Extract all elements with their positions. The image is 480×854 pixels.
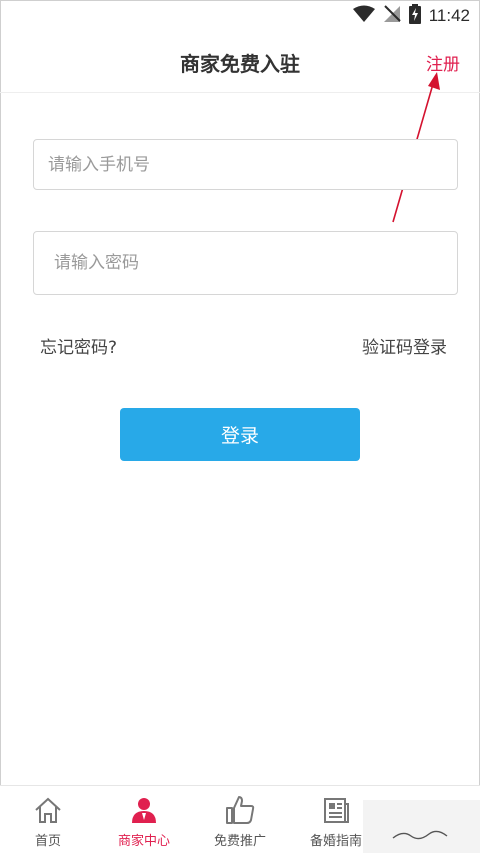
- nav-item-home[interactable]: 首页: [0, 794, 96, 849]
- wifi-icon: [352, 5, 375, 27]
- title-bar: 商家免费入驻 注册: [0, 32, 480, 93]
- no-signal-icon: [383, 5, 401, 27]
- status-time: 11:42: [428, 6, 470, 25]
- phone-field[interactable]: [33, 139, 458, 190]
- nav-label-promotion: 免费推广: [213, 834, 266, 849]
- watermark-corner: [363, 800, 480, 853]
- home-icon: [0, 794, 96, 826]
- battery-charging-icon: [408, 4, 421, 28]
- status-bar: 11:42: [0, 0, 480, 32]
- nav-item-merchant-center[interactable]: 商家中心: [96, 794, 192, 849]
- password-field[interactable]: [33, 231, 458, 295]
- sms-login-link[interactable]: 验证码登录: [362, 333, 447, 358]
- page-title: 商家免费入驻: [180, 52, 300, 76]
- nav-label-home: 首页: [34, 834, 61, 849]
- login-options: 忘记密码? 验证码登录: [40, 333, 447, 358]
- merchant-icon: [96, 794, 192, 826]
- phone-input[interactable]: [34, 140, 457, 189]
- login-button[interactable]: 登录: [120, 408, 360, 461]
- forgot-password-link[interactable]: 忘记密码?: [40, 333, 117, 358]
- nav-item-promotion[interactable]: 免费推广: [192, 794, 288, 849]
- register-link[interactable]: 注册: [426, 50, 460, 75]
- password-input[interactable]: [34, 232, 457, 294]
- nav-label-merchant-center: 商家中心: [117, 834, 170, 849]
- thumbs-up-icon: [192, 794, 288, 826]
